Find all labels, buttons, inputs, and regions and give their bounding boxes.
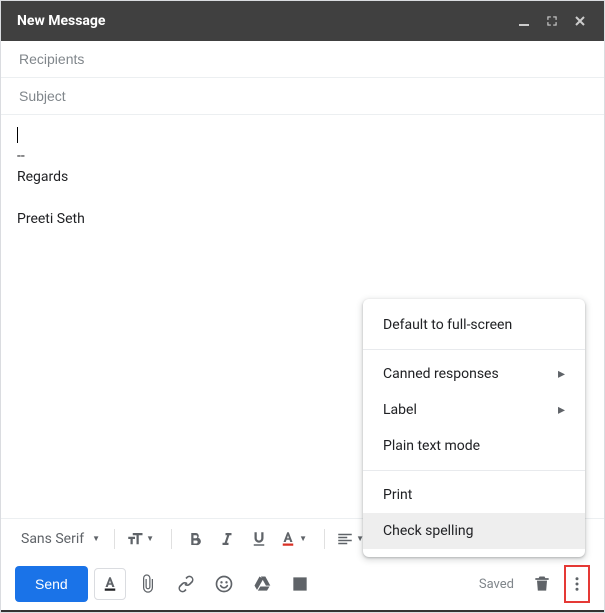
chevron-down-icon: ▼	[146, 534, 154, 543]
menu-item-label: Label	[383, 402, 417, 418]
menu-separator	[363, 470, 585, 471]
insert-drive-button[interactable]	[246, 568, 278, 600]
minimize-button[interactable]	[510, 7, 538, 35]
fullscreen-button[interactable]	[538, 7, 566, 35]
text-caret	[17, 127, 18, 143]
chevron-down-icon: ▼	[299, 534, 307, 543]
body-line: --	[17, 146, 588, 167]
more-options-button[interactable]	[567, 568, 587, 600]
menu-item[interactable]: Check spelling	[363, 513, 585, 549]
menu-item-label: Plain text mode	[383, 438, 480, 454]
chevron-down-icon: ▼	[92, 534, 100, 543]
separator	[114, 529, 115, 549]
menu-item[interactable]: Plain text mode	[363, 428, 585, 464]
body-line	[17, 188, 588, 209]
menu-item-label: Check spelling	[383, 523, 473, 539]
insert-emoji-button[interactable]	[208, 568, 240, 600]
font-select[interactable]: Sans Serif ▼	[15, 527, 106, 551]
insert-photo-button[interactable]	[284, 568, 316, 600]
separator	[324, 529, 325, 549]
body-line: Regards	[17, 167, 588, 188]
more-options-highlight	[564, 565, 590, 603]
recipients-input[interactable]	[17, 50, 588, 68]
menu-item[interactable]: Canned responses ▸	[363, 356, 585, 392]
menu-separator	[363, 349, 585, 350]
formatting-toggle-button[interactable]	[94, 568, 126, 600]
chevron-right-icon: ▸	[558, 366, 565, 382]
attach-button[interactable]	[132, 568, 164, 600]
menu-item[interactable]: Label ▸	[363, 392, 585, 428]
recipients-row	[1, 41, 604, 78]
action-toolbar: Send Saved	[1, 558, 604, 612]
titlebar: New Message	[1, 1, 604, 41]
close-button[interactable]	[566, 7, 594, 35]
bold-button[interactable]	[180, 524, 210, 554]
menu-item-label: Canned responses	[383, 366, 499, 382]
send-button[interactable]: Send	[15, 566, 88, 602]
separator	[171, 529, 172, 549]
font-select-label: Sans Serif	[21, 531, 84, 547]
italic-button[interactable]	[212, 524, 242, 554]
insert-link-button[interactable]	[170, 568, 202, 600]
text-color-button[interactable]: ▼	[276, 524, 316, 554]
body-line	[17, 125, 588, 146]
menu-item-label: Default to full-screen	[383, 317, 512, 333]
subject-row	[1, 78, 604, 115]
body-line: Preeti Seth	[17, 209, 588, 230]
menu-item[interactable]: Print	[363, 477, 585, 513]
window-title: New Message	[17, 13, 510, 29]
menu-item-label: Print	[383, 487, 412, 503]
menu-item[interactable]: Default to full-screen	[363, 307, 585, 343]
subject-input[interactable]	[17, 87, 588, 105]
more-options-menu: Default to full-screenCanned responses▸L…	[363, 299, 585, 557]
saved-label: Saved	[479, 577, 514, 592]
font-size-button[interactable]: ▼	[123, 524, 163, 554]
underline-button[interactable]	[244, 524, 274, 554]
discard-button[interactable]	[526, 568, 558, 600]
chevron-right-icon: ▸	[558, 402, 565, 418]
